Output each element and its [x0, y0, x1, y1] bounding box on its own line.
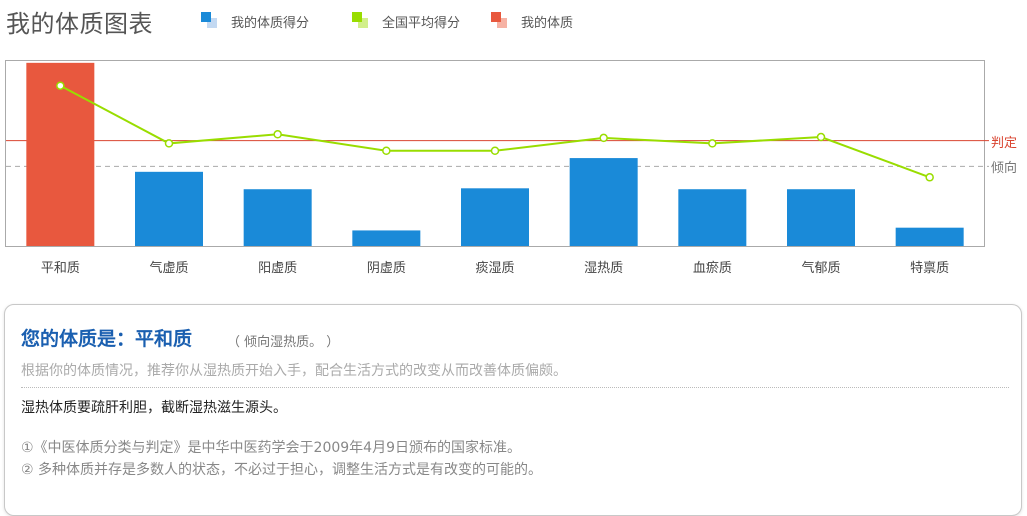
average-point-6[interactable] — [708, 139, 717, 148]
category-label-1: 气虚质 — [149, 261, 189, 276]
bar-3[interactable] — [352, 230, 421, 246]
chart-svg — [5, 60, 989, 247]
average-point-8[interactable] — [925, 173, 934, 182]
category-label-0: 平和质 — [40, 261, 80, 276]
result-advice: 湿热体质要疏肝利胆，截断湿热滋生源头。 — [21, 400, 287, 416]
result-card: 您的体质是：平和质 （ 倾向湿热质。 ） 根据你的体质情况，推荐你从湿热质开始入… — [4, 304, 1022, 516]
average-point-4[interactable] — [490, 146, 500, 156]
category-label-2: 阳虚质 — [258, 261, 298, 276]
category-label-5: 湿热质 — [584, 261, 624, 276]
category-label-7: 气郁质 — [801, 261, 841, 276]
category-label-8: 特禀质 — [910, 261, 950, 276]
reference-label-1: 倾向 — [991, 161, 1018, 177]
bar-7[interactable] — [787, 189, 855, 246]
average-point-5[interactable] — [599, 133, 608, 143]
average-point-7[interactable] — [816, 132, 826, 142]
category-label-6: 血瘀质 — [692, 261, 732, 276]
result-tendency: （ 倾向湿热质。 ） — [227, 335, 340, 350]
average-point-0[interactable] — [56, 81, 65, 90]
reference-label-0: 判定 — [991, 135, 1018, 151]
result-recommendation: 根据你的体质情况，推荐你从湿热质开始入手，配合生活方式的改变从而改善体质偏颇。 — [21, 363, 567, 379]
bar-5[interactable] — [569, 158, 638, 246]
average-point-1[interactable] — [164, 139, 174, 148]
average-point-3[interactable] — [382, 146, 391, 156]
bar-0[interactable] — [26, 62, 95, 247]
average-point-2[interactable] — [273, 130, 282, 139]
footnote-1: ①《中医体质分类与判定》是中华中医药学会于2009年4月9日颁布的国家标准。 — [21, 440, 521, 456]
bar-8[interactable] — [895, 227, 964, 246]
category-label-4: 痰湿质 — [475, 261, 515, 276]
bar-1[interactable] — [135, 171, 203, 246]
result-heading: 您的体质是：平和质 — [21, 328, 193, 350]
footnote-2: ② 多种体质并存是多数人的状态，不必过于担心，调整生活方式是有改变的可能的。 — [21, 462, 542, 478]
divider — [21, 387, 1009, 388]
bar-6[interactable] — [678, 189, 747, 246]
bar-4[interactable] — [461, 188, 529, 246]
category-label-3: 阴虚质 — [366, 261, 406, 276]
bar-2[interactable] — [243, 189, 312, 246]
